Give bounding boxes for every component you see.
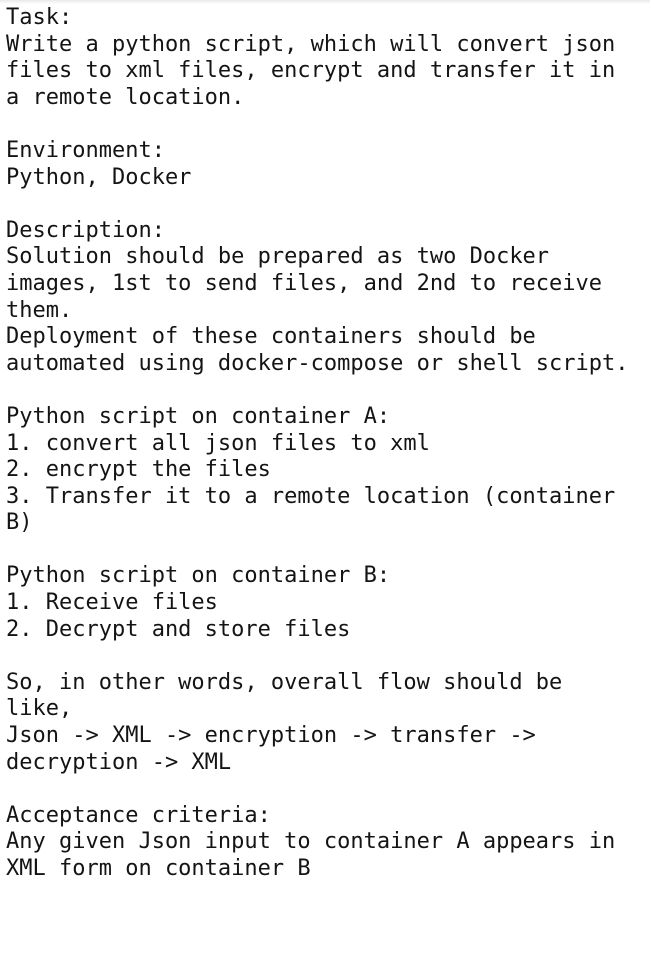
description-text-line: Solution should be prepared as two Docke… (6, 244, 550, 270)
container-b-step: 2. Decrypt and store files (6, 616, 351, 642)
container-b-heading: Python script on container B: (6, 563, 391, 589)
description-text-line: Deployment of these containers should be (6, 324, 536, 350)
task-text-line: Write a python script, which will conver… (6, 31, 616, 57)
acceptance-criteria-heading: Acceptance criteria: (6, 802, 271, 828)
task-text-line: a remote location. (6, 84, 245, 110)
top-edge-shadow (0, 0, 650, 4)
container-a-step: 3. Transfer it to a remote location (con… (6, 483, 616, 509)
description-heading: Description: (6, 217, 165, 243)
environment-text-line: Python, Docker (6, 164, 192, 190)
acceptance-criteria-text-line: Any given Json input to container A appe… (6, 829, 616, 855)
description-text-line: images, 1st to send files, and 2nd to re… (6, 270, 603, 296)
environment-heading: Environment: (6, 137, 165, 163)
container-a-step: 2. encrypt the files (6, 457, 271, 483)
container-a-heading: Python script on container A: (6, 403, 391, 429)
task-document: Task: Write a python script, which will … (6, 5, 646, 883)
flow-text-line: like, (6, 696, 73, 722)
container-a-step: 1. convert all json files to xml (6, 430, 430, 456)
acceptance-criteria-text-line: XML form on container B (6, 856, 311, 881)
description-text-line: them. (6, 297, 73, 323)
flow-text-line: So, in other words, overall flow should … (6, 669, 563, 695)
description-text-line: automated using docker-compose or shell … (6, 350, 629, 376)
flow-text-line: Json -> XML -> encryption -> transfer -> (6, 723, 536, 749)
container-b-step: 1. Receive files (6, 590, 218, 616)
task-text-line: files to xml files, encrypt and transfer… (6, 58, 616, 84)
flow-text-line: decryption -> XML (6, 749, 232, 775)
container-a-step: B) (6, 510, 33, 536)
task-heading: Task: (6, 5, 73, 30)
